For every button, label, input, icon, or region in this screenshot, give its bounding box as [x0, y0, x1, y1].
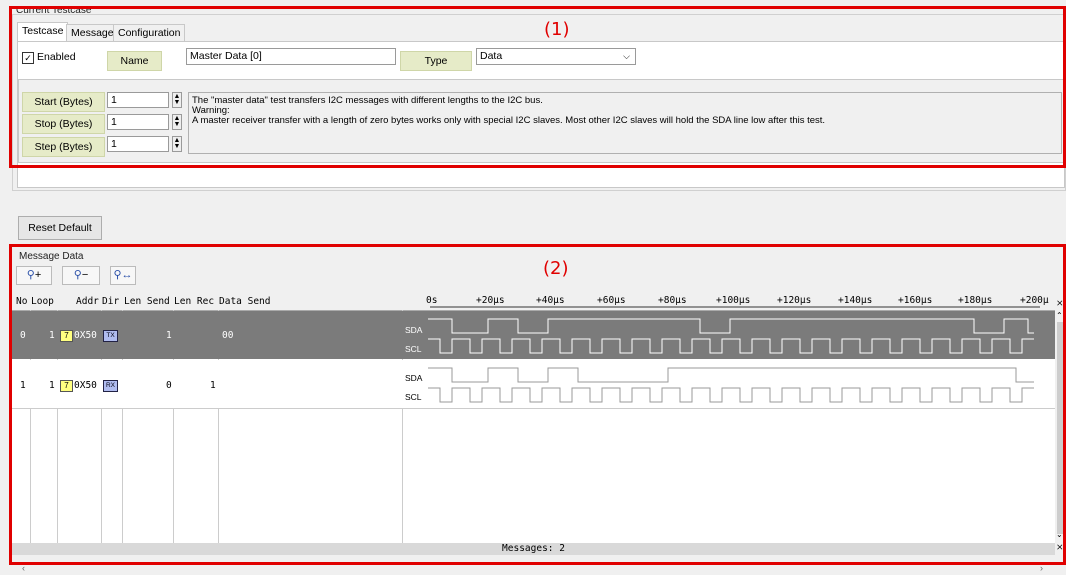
- zoom-fit-icon: ⚲↔: [113, 269, 133, 281]
- annotation-1: (1): [544, 19, 570, 40]
- message-data-title: Message Data: [19, 251, 84, 262]
- expand-icon[interactable]: ⨯: [1056, 542, 1064, 553]
- timeline-tick: +60µs: [597, 295, 626, 306]
- scl-label: SCL: [405, 344, 422, 354]
- timeline-tick: +200µ: [1020, 295, 1049, 306]
- timeline-tick: +40µs: [536, 295, 565, 306]
- row-dir: TX: [103, 330, 118, 342]
- type-select[interactable]: Data ⌵: [476, 48, 636, 65]
- reset-default-button[interactable]: Reset Default: [18, 216, 102, 240]
- column-header-no[interactable]: No: [16, 296, 27, 307]
- step-bytes-input[interactable]: 1: [107, 136, 169, 152]
- row-len-send: 0: [166, 380, 172, 391]
- start-bytes-stepper[interactable]: ▲ ▼: [172, 92, 182, 108]
- row-addr: 0X50: [74, 380, 97, 391]
- scroll-down-icon[interactable]: ⌄: [1056, 530, 1063, 539]
- type-label: Type: [400, 51, 472, 71]
- chevron-down-icon: ⌵: [623, 51, 630, 61]
- timeline-tick: +20µs: [476, 295, 505, 306]
- name-field[interactable]: Master Data [0]: [186, 48, 396, 65]
- scroll-left-icon[interactable]: ‹: [22, 563, 25, 573]
- enabled-checkbox[interactable]: ✓: [22, 52, 34, 64]
- name-label: Name: [107, 51, 162, 71]
- column-header-len-send[interactable]: Len Send: [124, 296, 170, 307]
- address-badge: 7: [60, 330, 73, 342]
- row-dir: RX: [103, 380, 118, 392]
- timeline-tick: +80µs: [658, 295, 687, 306]
- row-len-rec: 1: [210, 380, 216, 391]
- zoom-in-label: +: [34, 269, 42, 281]
- row-loop: 1: [49, 330, 55, 341]
- magnifier-icon: ⚲: [26, 269, 35, 281]
- stop-bytes-button[interactable]: Stop (Bytes): [22, 114, 105, 134]
- column-header-addr[interactable]: Addr: [76, 296, 99, 307]
- row-loop: 1: [49, 380, 55, 391]
- zoom-fit-button[interactable]: ⚲↔: [110, 266, 136, 285]
- sda-label: SDA: [405, 325, 423, 335]
- zoom-out-label: −: [81, 269, 89, 281]
- row-len-send: 1: [166, 330, 172, 341]
- messages-count: Messages: 2: [502, 543, 565, 554]
- column-header-len-rec[interactable]: Len Rec: [174, 296, 214, 307]
- scroll-up-icon[interactable]: ⌃: [1056, 311, 1063, 320]
- tab-configuration[interactable]: Configuration: [113, 24, 186, 42]
- tab-testcase[interactable]: Testcase: [17, 22, 69, 42]
- type-select-value: Data: [480, 50, 503, 62]
- timeline-tick: +140µs: [838, 295, 873, 306]
- timeline-tick: +160µs: [898, 295, 933, 306]
- collapse-icon[interactable]: ⨯: [1056, 298, 1064, 309]
- description-line1: The "master data" test transfers I2C mes…: [192, 95, 543, 106]
- step-bytes-button[interactable]: Step (Bytes): [22, 137, 105, 157]
- column-header-data-send[interactable]: Data Send: [219, 296, 270, 307]
- timeline-tick: +100µs: [716, 295, 751, 306]
- stop-bytes-stepper[interactable]: ▲ ▼: [172, 114, 182, 130]
- enabled-label: Enabled: [37, 51, 76, 63]
- start-bytes-button[interactable]: Start (Bytes): [22, 92, 105, 112]
- scrollbar-thumb[interactable]: [1057, 322, 1065, 534]
- waveform-row-1: [428, 367, 1034, 403]
- zoom-in-button[interactable]: ⚲+: [16, 266, 52, 285]
- address-badge: 7: [60, 380, 73, 392]
- start-bytes-input[interactable]: 1: [107, 92, 169, 108]
- description-box: The "master data" test transfers I2C mes…: [188, 92, 1062, 154]
- timeline-tick: +180µs: [958, 295, 993, 306]
- step-bytes-stepper[interactable]: ▲ ▼: [172, 136, 182, 152]
- annotation-2: (2): [543, 258, 569, 279]
- stop-bytes-input[interactable]: 1: [107, 114, 169, 130]
- sda-label: SDA: [405, 373, 423, 383]
- timeline-tick: 0s: [426, 295, 438, 306]
- row-addr: 0X50: [74, 330, 97, 341]
- tab-message[interactable]: Message: [66, 24, 119, 42]
- status-bar: Messages: 2: [12, 543, 1055, 555]
- row-no: 1: [20, 380, 26, 391]
- column-header-dir[interactable]: Dir: [102, 296, 119, 307]
- row-no: 0: [20, 330, 26, 341]
- vertical-scrollbar[interactable]: ⨯ ⌃ ⌄ ⨯: [1055, 298, 1066, 554]
- scroll-right-icon[interactable]: ›: [1040, 563, 1043, 573]
- column-header-loop[interactable]: Loop: [31, 296, 54, 307]
- waveform-row-0: [428, 318, 1034, 354]
- timeline-tick: +120µs: [777, 295, 812, 306]
- zoom-out-button[interactable]: ⚲−: [62, 266, 100, 285]
- scl-label: SCL: [405, 392, 422, 402]
- row-data-send: 00: [222, 330, 234, 341]
- description-line3: A master receiver transfer with a length…: [192, 115, 826, 126]
- magnifier-icon: ⚲: [73, 269, 82, 281]
